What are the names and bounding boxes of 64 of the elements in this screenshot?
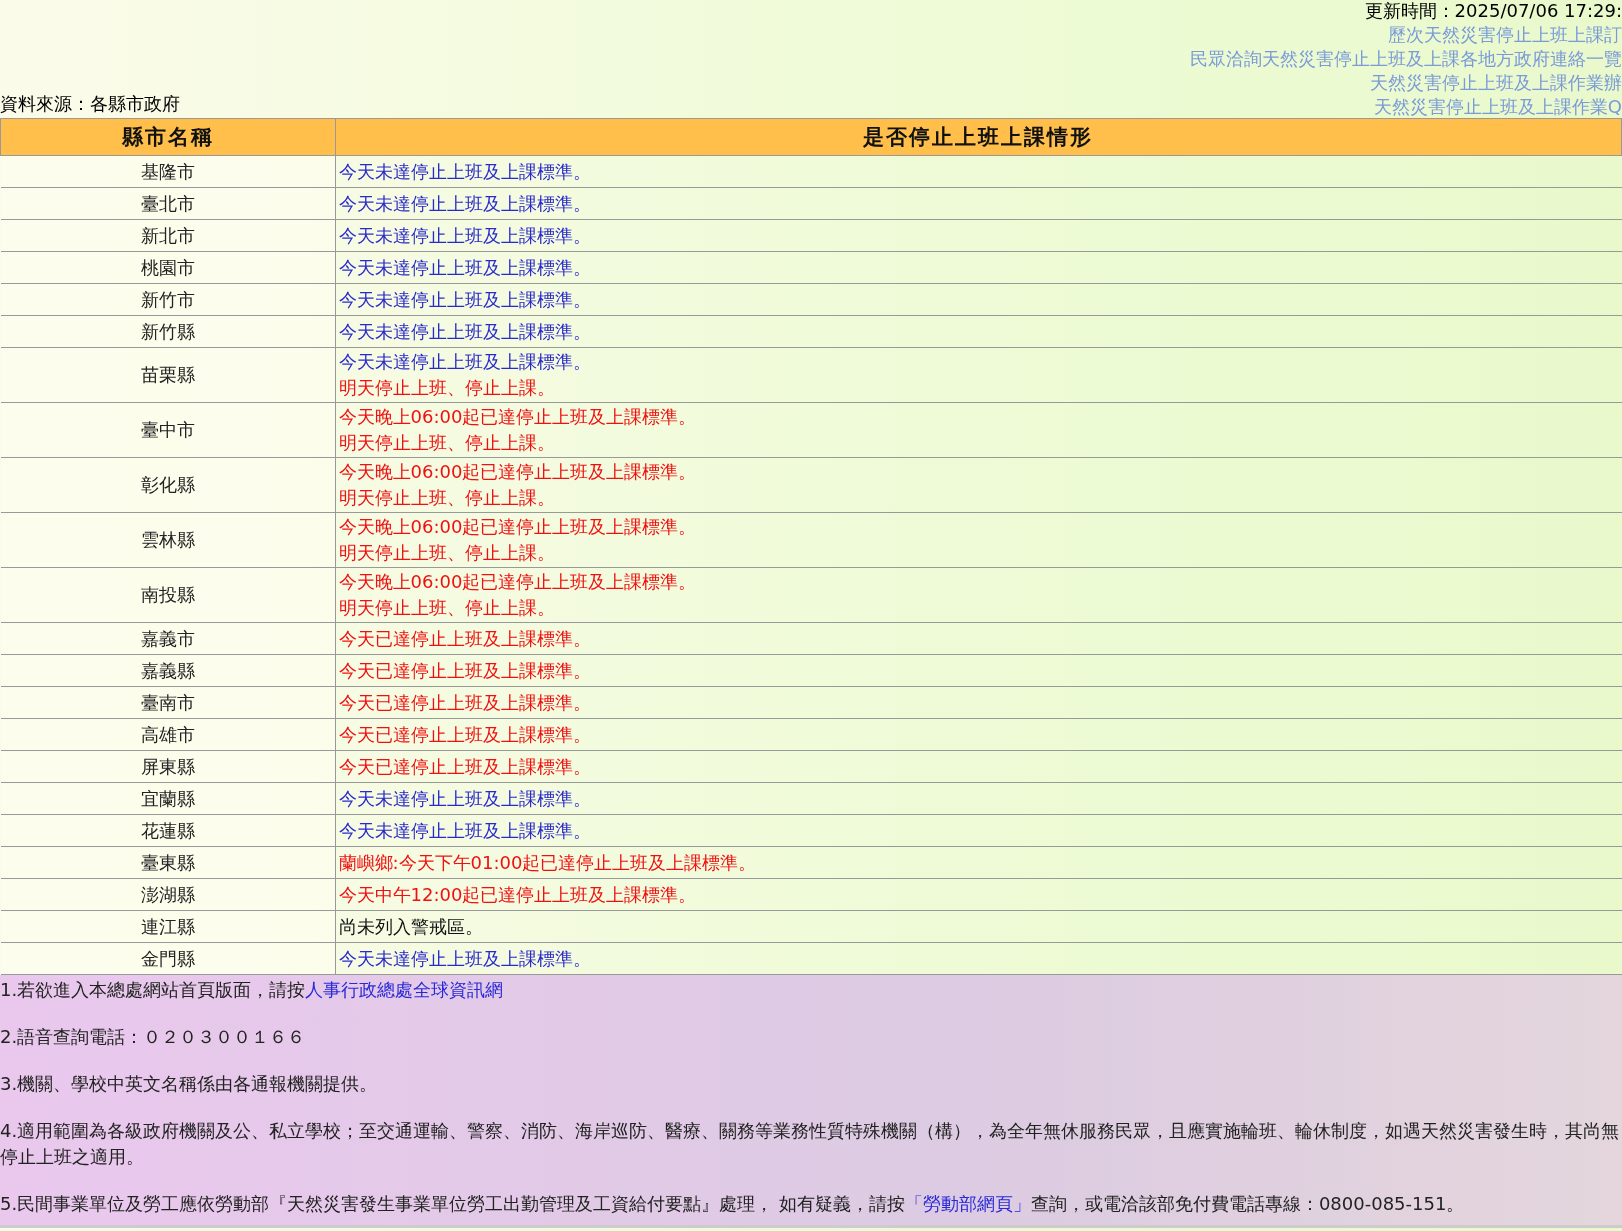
status-text: 今天已達停止上班及上課標準。 <box>338 626 592 651</box>
note-text: 3.機關、學校中英文名稱係由各通報機關提供。 <box>0 1072 379 1096</box>
note-text: 5.民間事業單位及勞工應依勞動部『天然災害發生事業單位勞工出勤管理及工資給付要點』處理， 如有疑義，請按「勞動部網頁」查詢，或電洽該部免付費電話專線：0800-085-151。 <box>0 1192 1466 1216</box>
county-name-cell: 苗栗縣 <box>0 347 335 403</box>
status-text: 今天未達停止上班及上課標準。 <box>338 159 592 184</box>
county-name-cell: 新竹市 <box>0 283 335 316</box>
status-text: 尚未列入警戒區。 <box>338 914 484 939</box>
county-name-cell: 彰化縣 <box>0 457 335 513</box>
status-text: 今天已達停止上班及上課標準。 <box>338 754 592 779</box>
note-text: 2.語音查詢電話：０２０３００１６６ <box>0 1025 307 1049</box>
status-text: 明天停止上班、停止上課。 <box>338 541 556 565</box>
county-name-cell: 桃園市 <box>0 251 335 284</box>
status-text: 今天未達停止上班及上課標準。 <box>338 287 592 312</box>
status-text: 今天已達停止上班及上課標準。 <box>338 722 592 747</box>
county-name-cell: 澎湖縣 <box>0 878 335 911</box>
county-name-cell: 臺東縣 <box>0 846 335 879</box>
status-text: 今天未達停止上班及上課標準。 <box>338 223 592 248</box>
status-text: 明天停止上班、停止上課。 <box>338 486 556 510</box>
header-link[interactable]: 天然災害停止上班及上課作業辦 <box>1370 72 1622 94</box>
status-text: 今天未達停止上班及上課標準。 <box>338 191 592 216</box>
column-header: 是否停止上班上課情形 <box>335 118 1622 156</box>
status-text: 今天晚上06:00起已達停止上班及上課標準。 <box>338 460 698 484</box>
status-text: 今天晚上06:00起已達停止上班及上課標準。 <box>338 515 698 539</box>
county-name-cell: 嘉義縣 <box>0 654 335 687</box>
status-text: 蘭嶼鄉:今天下午01:00起已達停止上班及上課標準。 <box>338 850 758 875</box>
status-text: 今天未達停止上班及上課標準。 <box>338 319 592 344</box>
county-name-cell: 基隆市 <box>0 155 335 188</box>
status-text: 今天未達停止上班及上課標準。 <box>338 255 592 280</box>
county-name-cell: 新竹縣 <box>0 315 335 348</box>
status-text: 今天晚上06:00起已達停止上班及上課標準。 <box>338 570 698 594</box>
note-link[interactable]: 人事行政總處全球資訊網 <box>305 979 504 1000</box>
county-name-cell: 嘉義市 <box>0 622 335 655</box>
status-text: 今天晚上06:00起已達停止上班及上課標準。 <box>338 405 698 429</box>
county-name-cell: 金門縣 <box>0 942 335 975</box>
status-text: 今天未達停止上班及上課標準。 <box>338 818 592 843</box>
county-name-cell: 新北市 <box>0 219 335 252</box>
header-link[interactable]: 歷次天然災害停止上班上課訂 <box>1388 24 1622 46</box>
status-text: 明天停止上班、停止上課。 <box>338 431 556 455</box>
county-name-cell: 屏東縣 <box>0 750 335 783</box>
county-name-cell: 花蓮縣 <box>0 814 335 847</box>
status-text: 今天已達停止上班及上課標準。 <box>338 690 592 715</box>
county-name-cell: 南投縣 <box>0 567 335 623</box>
note-text: 1.若欲進入本總處網站首頁版面，請按人事行政總處全球資訊網 <box>0 978 505 1002</box>
county-name-cell: 宜蘭縣 <box>0 782 335 815</box>
status-text: 今天中午12:00起已達停止上班及上課標準。 <box>338 882 698 907</box>
status-text: 今天未達停止上班及上課標準。 <box>338 350 592 374</box>
header-link[interactable]: 民眾洽詢天然災害停止上班及上課各地方政府連絡一覽 <box>1190 48 1622 70</box>
county-name-cell: 臺北市 <box>0 187 335 220</box>
county-name-cell: 臺南市 <box>0 686 335 719</box>
county-name-cell: 雲林縣 <box>0 512 335 568</box>
county-name-cell: 臺中市 <box>0 402 335 458</box>
note-link[interactable]: 「勞動部網頁」 <box>904 1193 1031 1214</box>
status-text: 今天未達停止上班及上課標準。 <box>338 946 592 971</box>
county-name-cell: 高雄市 <box>0 718 335 751</box>
header-link[interactable]: 天然災害停止上班及上課作業Q <box>1373 96 1622 118</box>
note-text: 4.適用範圍為各級政府機關及公、私立學校；至交通運輸、警察、消防、海岸巡防、醫療、關務等業務性質特殊機關（構），為全年無休服務民眾，且應實施輪班、輪休制度，如遇天然災害發生時，其尚無停止上班之適用。 <box>0 1119 1621 1169</box>
data-source-text: 資料來源：各縣市政府 <box>0 92 180 116</box>
status-text: 明天停止上班、停止上課。 <box>338 596 556 620</box>
status-text: 今天已達停止上班及上課標準。 <box>338 658 592 683</box>
status-text: 明天停止上班、停止上課。 <box>338 376 556 400</box>
update-time: 更新時間：2025/07/06 17:29: <box>1364 0 1622 22</box>
county-name-cell: 連江縣 <box>0 910 335 943</box>
status-text: 今天未達停止上班及上課標準。 <box>338 786 592 811</box>
column-header: 縣市名稱 <box>0 118 335 156</box>
